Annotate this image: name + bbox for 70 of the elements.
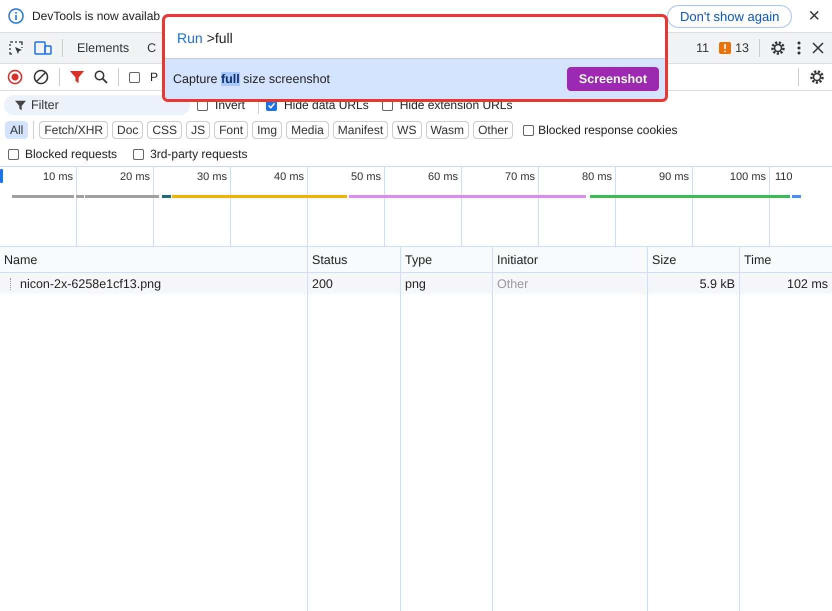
error-icon [719,42,732,54]
type-filter-chip[interactable]: Doc [112,121,144,139]
type-filter-chip[interactable]: JS [186,121,210,139]
settings-icon[interactable] [809,69,825,85]
time-tick-label: 30 ms [197,171,227,183]
checkbox[interactable] [8,148,19,160]
checkbox[interactable] [523,124,534,136]
table-cell: 200 [312,276,333,290]
category-badge: Screenshot [566,67,659,91]
type-filter-chip[interactable]: Fetch/XHR [39,121,108,139]
type-filter-chip[interactable]: Media [286,121,329,139]
clear-icon[interactable] [33,69,49,85]
time-tick-label: 50 ms [351,171,381,183]
time-tick-label: 90 ms [659,171,689,183]
close-icon[interactable] [812,42,824,54]
column-header[interactable]: Initiator [492,247,647,272]
panel-tab[interactable]: Elements [73,35,134,61]
type-filter-chip[interactable]: WS [392,121,422,139]
table-cell: png [405,276,426,290]
device-icon[interactable] [34,40,52,56]
column-header[interactable]: Name [0,247,307,272]
inspect-icon[interactable] [8,40,24,56]
table-cell: 5.9 kB [700,276,735,290]
table-cell[interactable]: nicon-2x-6258e1cf13.png [20,276,162,290]
overview-handle[interactable] [0,169,3,183]
type-filter-chip[interactable]: Font [214,121,248,139]
more-icon[interactable] [796,40,802,56]
filter-icon[interactable] [70,70,84,84]
time-tick-label: 60 ms [428,171,458,183]
close-button[interactable]: × [798,6,824,26]
record-icon[interactable] [7,69,23,85]
checkbox-label: Blocked requests [25,147,118,161]
preserve-log-checkbox[interactable] [129,72,140,82]
info-icon [8,8,24,24]
table-cell: 102 ms [787,276,828,290]
column-header[interactable]: Time [739,247,832,272]
time-tick-label: 40 ms [274,171,304,183]
settings-icon[interactable] [770,40,786,56]
warning-count[interactable]: 11 [696,41,710,55]
banner-message: DevTools is now availab [32,9,160,23]
run-prefix: Run [177,30,203,46]
time-tick-label: 110 [775,171,793,183]
filter-icon [15,100,26,111]
time-tick-label: 10 ms [43,171,73,183]
error-count[interactable]: 13 [735,41,749,55]
column-header[interactable]: Type [400,247,492,272]
type-filter-chip[interactable]: Img [252,121,282,139]
type-filter-chip[interactable]: All [5,121,28,139]
dont-show-button[interactable]: Don't show again [666,4,792,28]
time-tick-label: 80 ms [582,171,612,183]
table-cell: Other [497,276,528,290]
time-tick-label: 20 ms [120,171,150,183]
search-icon[interactable] [94,70,108,84]
column-header[interactable]: Size [647,247,739,272]
checkbox[interactable] [133,148,144,160]
checkbox-label: 3rd-party requests [150,147,248,161]
command-result[interactable]: Capture full size screenshot Screenshot [165,59,665,99]
result-text: Capture full size screenshot [173,72,330,86]
type-filter-chip[interactable]: Wasm [426,121,470,139]
column-header[interactable]: Status [307,247,400,272]
type-filter-chip[interactable]: CSS [147,121,182,139]
time-tick-label: 70 ms [505,171,535,183]
type-filter-chip[interactable]: Manifest [332,121,388,139]
type-filter-chip[interactable]: Other [473,121,514,139]
time-tick-label: 100 ms [730,171,766,183]
checkbox-label: Invert [215,98,246,112]
checkbox-label: Blocked response cookies [538,123,678,137]
panel-tab[interactable]: C [143,35,160,61]
checkbox-label: P [150,70,158,84]
filter-field[interactable]: Filter [4,95,190,115]
